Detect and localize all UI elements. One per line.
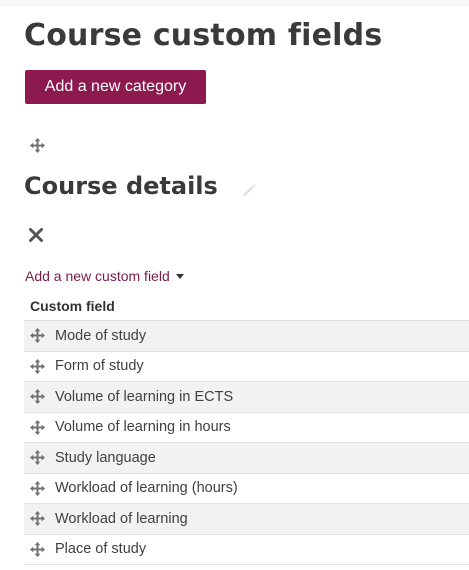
table-row: Workload of learning (hours) [24,474,469,504]
move-icon[interactable] [30,511,45,527]
custom-fields-table: Custom field Mode of study Form of study… [24,291,469,565]
move-icon[interactable] [30,389,45,405]
field-name: Mode of study [55,327,147,344]
add-custom-field-label: Add a new custom field [25,268,170,284]
table-row: Volume of learning in hours [24,413,469,443]
add-custom-field-dropdown[interactable]: Add a new custom field [25,268,184,284]
category-title: Course details [24,172,218,200]
table-body: Mode of study Form of study Volume of le… [24,321,469,565]
table-row: Workload of learning [24,504,469,535]
move-icon[interactable] [30,358,45,374]
add-category-button[interactable]: Add a new category [25,70,206,104]
move-icon[interactable] [30,480,45,496]
caret-down-icon [175,273,184,279]
field-name: Volume of learning in hours [55,419,231,436]
table-row: Place of study [24,535,469,565]
table-row: Mode of study [24,321,469,352]
pencil-icon[interactable] [240,181,258,199]
top-strip [0,0,469,6]
field-name: Workload of learning [55,510,188,527]
table-header-custom-field: Custom field [24,291,469,321]
table-row: Form of study [24,352,469,382]
table-row: Study language [24,443,469,474]
move-icon[interactable] [30,328,45,344]
move-icon[interactable] [30,541,45,557]
move-icon[interactable] [30,419,45,435]
field-name: Form of study [55,358,144,375]
field-name: Study language [55,449,156,466]
field-name: Place of study [55,541,147,558]
move-icon[interactable] [30,450,45,466]
table-row: Volume of learning in ECTS [24,382,469,413]
delete-icon[interactable] [28,227,44,243]
category-move-icon[interactable] [30,138,45,153]
field-name: Volume of learning in ECTS [55,388,234,405]
page-title: Course custom fields [24,18,383,53]
field-name: Workload of learning (hours) [55,480,238,497]
